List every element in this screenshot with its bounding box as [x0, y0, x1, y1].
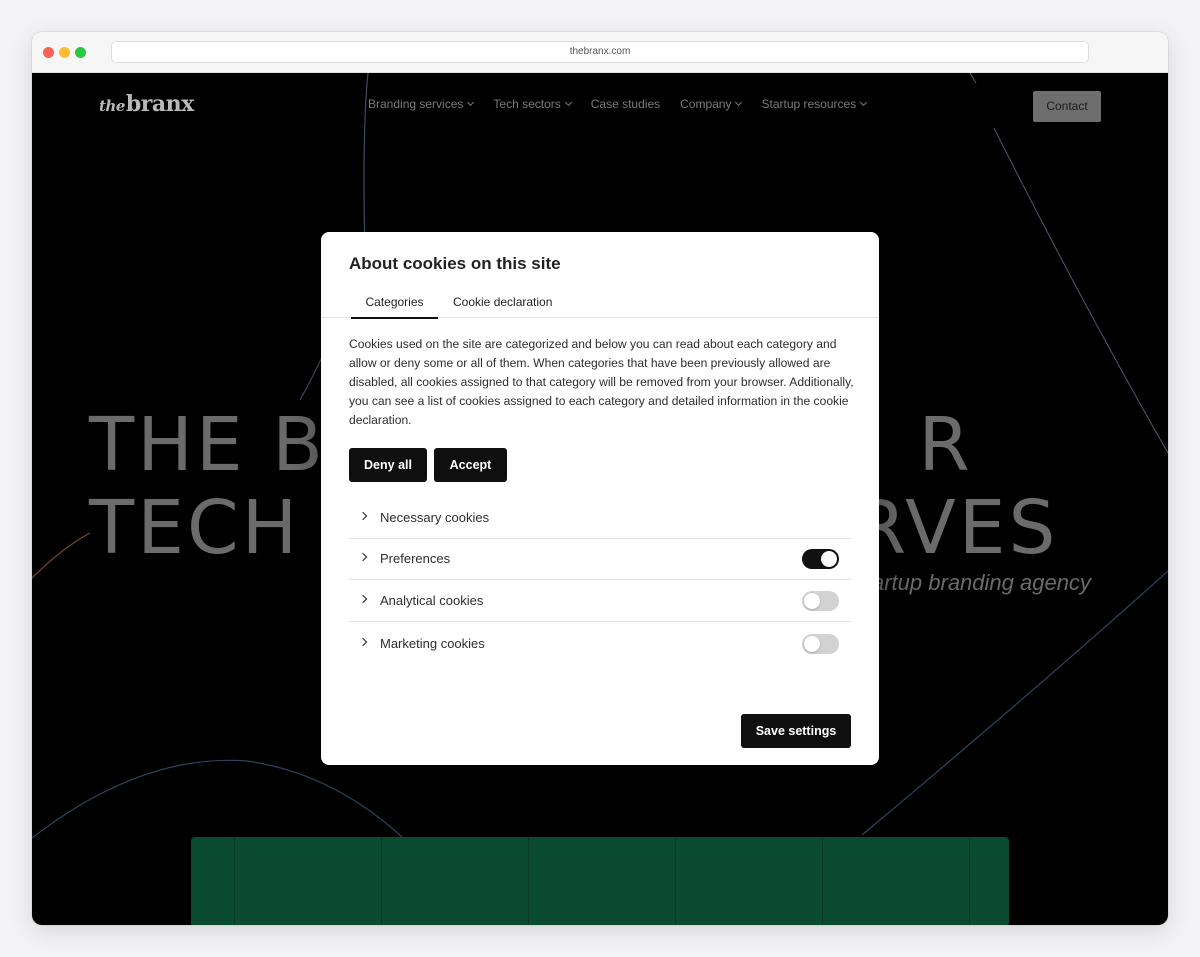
category-necessary-cookies[interactable]: Necessary cookies — [349, 497, 851, 539]
minimize-window-button[interactable] — [59, 47, 70, 58]
nav-label: Case studies — [590, 97, 661, 111]
category-analytical-cookies[interactable]: Analytical cookies — [349, 580, 851, 622]
chevron-down-icon — [564, 98, 572, 107]
toggle-knob — [804, 636, 820, 652]
preferences-toggle[interactable] — [802, 549, 839, 569]
tab-categories[interactable]: Categories — [351, 295, 438, 319]
toggle-knob — [821, 551, 837, 567]
contact-button[interactable]: Contact — [1033, 91, 1101, 122]
category-label: Preferences — [380, 551, 451, 566]
deny-all-button[interactable]: Deny all — [349, 448, 427, 482]
nav-label: Startup resources — [761, 97, 857, 111]
category-preferences[interactable]: Preferences — [349, 538, 851, 580]
accept-button[interactable]: Accept — [434, 448, 507, 482]
maximize-window-button[interactable] — [75, 47, 86, 58]
hero-text-end: R — [918, 402, 973, 488]
tab-cookie-declaration[interactable]: Cookie declaration — [453, 295, 552, 317]
address-bar[interactable]: thebranx.com — [111, 41, 1089, 63]
cookie-consent-modal: About cookies on this site Categories Co… — [321, 232, 879, 765]
nav-label: Company — [680, 97, 732, 111]
hero-subtitle: artup branding agency — [872, 570, 1091, 595]
close-window-button[interactable] — [43, 47, 54, 58]
chevron-down-icon — [467, 98, 475, 107]
chevron-right-icon — [358, 552, 368, 562]
chevron-down-icon — [735, 98, 743, 107]
nav-branding-services[interactable]: Branding services — [368, 97, 475, 111]
nav-label: Branding services — [368, 97, 464, 111]
cookie-description: Cookies used on the site are categorized… — [349, 337, 854, 427]
modal-title: About cookies on this site — [349, 254, 561, 273]
browser-window: thebranx.com thebranx Branding services … — [32, 32, 1168, 925]
hero-text-end: RVES — [854, 485, 1059, 571]
category-marketing-cookies[interactable]: Marketing cookies — [349, 623, 851, 665]
nav-tech-sectors[interactable]: Tech sectors — [493, 97, 572, 111]
logo-prefix: the — [99, 97, 125, 115]
browser-titlebar: thebranx.com — [32, 32, 1168, 73]
modal-tabs: Categories Cookie declaration — [321, 287, 879, 319]
save-settings-button[interactable]: Save settings — [741, 714, 851, 748]
page-viewport: thebranx Branding services Tech sectors … — [32, 73, 1168, 925]
logo-name: branx — [125, 91, 194, 117]
category-label: Marketing cookies — [380, 636, 485, 651]
main-nav: Branding services Tech sectors Case stud… — [368, 97, 868, 111]
nav-company[interactable]: Company — [680, 97, 743, 111]
site-logo[interactable]: thebranx — [99, 91, 194, 117]
chevron-right-icon — [358, 637, 368, 647]
chevron-right-icon — [358, 594, 368, 604]
nav-label: Tech sectors — [493, 97, 561, 111]
nav-startup-resources[interactable]: Startup resources — [761, 97, 868, 111]
chevron-down-icon — [860, 98, 868, 107]
hero-media-block — [191, 837, 1009, 925]
category-label: Necessary cookies — [380, 510, 490, 525]
chevron-right-icon — [358, 511, 368, 521]
marketing-toggle[interactable] — [802, 634, 839, 654]
category-label: Analytical cookies — [380, 593, 484, 608]
analytical-toggle[interactable] — [802, 591, 839, 611]
nav-case-studies[interactable]: Case studies — [591, 97, 660, 111]
toggle-knob — [804, 593, 820, 609]
